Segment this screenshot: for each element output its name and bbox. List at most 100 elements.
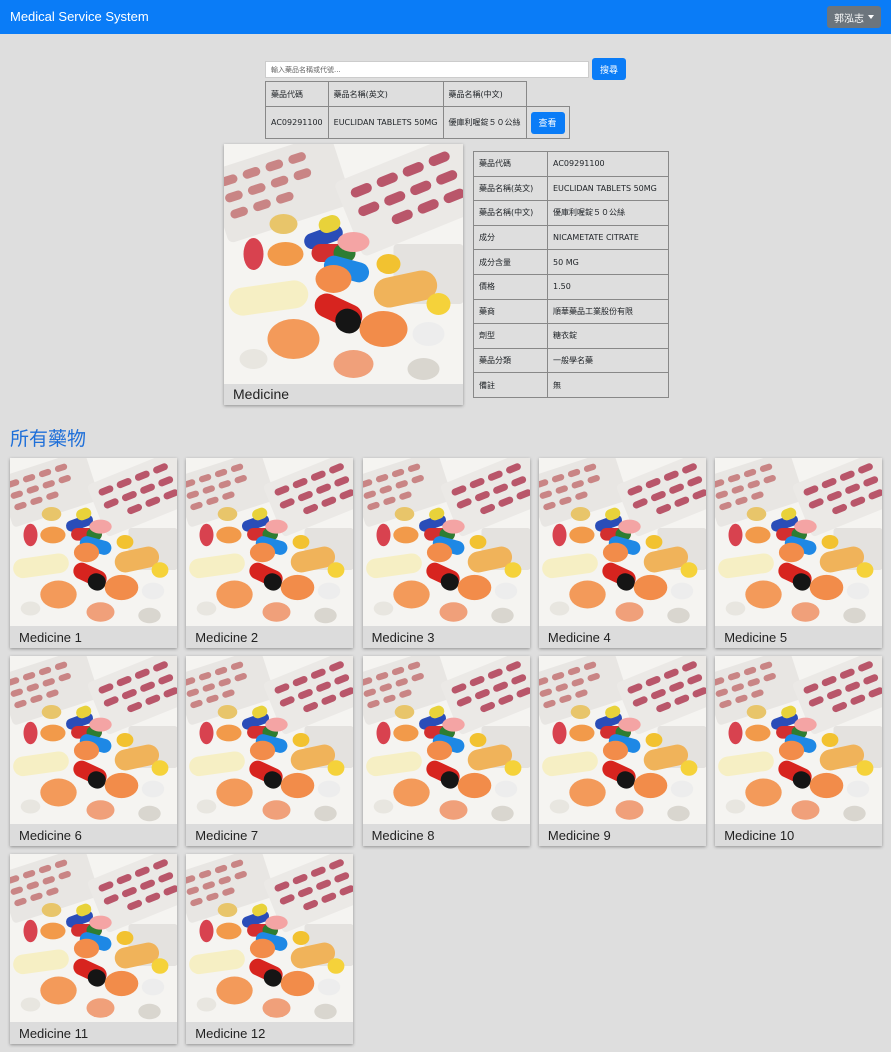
medicine-name: Medicine 7 [195, 828, 259, 843]
results-header-code: 藥品代碼 [265, 81, 329, 107]
search-input[interactable] [265, 61, 589, 78]
detail-value: 無 [547, 372, 669, 398]
user-menu-button[interactable]: 郭泓志 [827, 6, 881, 28]
medicine-image [362, 458, 530, 626]
detail-label: 價格 [473, 273, 548, 300]
detail-row: 劑型 糖衣錠 [473, 323, 669, 349]
detail-row: 成分含量 50 MG [473, 249, 669, 275]
pills-photo [715, 656, 883, 824]
detail-label: 藥商 [473, 298, 548, 325]
medicine-card[interactable]: Medicine 12 [186, 854, 354, 1044]
detail-value: 1.50 [547, 273, 669, 300]
pills-photo [224, 144, 463, 384]
detail-row: 成分 NICAMETATE CITRATE [473, 224, 669, 251]
detail-row: 價格 1.50 [473, 273, 669, 300]
detail-row: 藥品代碼 AC09291100 [473, 151, 669, 177]
search-results-table: 藥品代碼 藥品名稱(英文) 藥品名稱(中文) AC09291100 EUCLID… [265, 81, 570, 139]
medicine-name: Medicine 6 [19, 828, 82, 843]
result-action-cell: 查看 [526, 106, 570, 139]
detail-row: 備註無 [473, 372, 669, 398]
detail-value: 50 MG [547, 249, 669, 275]
medicine-name: Medicine 5 [724, 630, 788, 645]
results-header-name-en: 藥品名稱(英文) [327, 81, 444, 107]
medicine-name: Medicine 9 [547, 828, 611, 843]
detail-row: 藥品分類 一般學名藥 [473, 347, 669, 374]
detail-value: EUCLIDAN TABLETS 50MG [547, 175, 669, 202]
navbar: Medical Service System 郭泓志 [0, 0, 891, 34]
medicine-image [224, 144, 463, 384]
view-button[interactable]: 查看 [530, 111, 565, 134]
chevron-down-icon [868, 15, 874, 19]
medicine-image [538, 458, 706, 626]
navbar-brand[interactable]: Medical Service System [10, 9, 149, 24]
medicine-name: Medicine 3 [371, 630, 435, 645]
detail-row: 藥商 順華藥品工業股份有限 [473, 298, 669, 325]
medicine-image [715, 458, 883, 626]
medicine-image [715, 656, 883, 824]
medicine-card[interactable]: Medicine 10 [715, 656, 883, 846]
medicine-card[interactable]: Medicine 5 [715, 458, 883, 648]
results-header-name-zh: 藥品名稱(中文) [442, 81, 527, 107]
medicine-image [186, 854, 354, 1022]
medicine-card[interactable]: Medicine 3 [362, 458, 530, 648]
medicine-name: Medicine 2 [195, 630, 259, 645]
medicine-image [10, 854, 177, 1022]
user-name: 郭泓志 [834, 13, 864, 25]
medicine-card[interactable]: Medicine 7 [186, 656, 354, 846]
medicine-card[interactable]: Medicine 9 [538, 656, 706, 846]
pills-photo [362, 656, 530, 824]
detail-label: 藥品代碼 [473, 151, 548, 177]
medicine-card[interactable]: Medicine 8 [362, 656, 530, 846]
results-header-row: 藥品代碼 藥品名稱(英文) 藥品名稱(中文) [265, 81, 570, 107]
results-header-action [526, 82, 569, 107]
pills-photo [362, 458, 530, 626]
detail-label: 備註 [473, 372, 548, 398]
medicine-image [538, 656, 706, 824]
medicine-image [186, 656, 354, 824]
result-name-en: EUCLIDAN TABLETS 50MG [327, 106, 444, 139]
medicine-image [186, 458, 354, 626]
detail-label: 藥品分類 [473, 347, 548, 374]
table-row: AC09291100 EUCLIDAN TABLETS 50MG 優庫利喔錠５０… [265, 106, 570, 139]
pills-photo [10, 458, 177, 626]
pills-photo [538, 458, 706, 626]
medicine-name: Medicine 8 [371, 828, 435, 843]
medicine-card[interactable]: Medicine 6 [10, 656, 177, 846]
medicine-detail-table: 藥品代碼 AC09291100 藥品名稱(英文) EUCLIDAN TABLETS 5… [473, 151, 669, 398]
detail-value: 優庫利喔錠５０公絲 [547, 200, 669, 226]
medicine-name: Medicine 10 [724, 828, 795, 843]
medicine-card[interactable]: Medicine 2 [186, 458, 354, 648]
all-medicines-title: 所有藥物 [10, 428, 87, 450]
detail-row: 藥品名稱(英文) EUCLIDAN TABLETS 50MG [473, 175, 669, 202]
pills-photo [10, 854, 177, 1022]
medicine-card[interactable]: Medicine 1 [10, 458, 177, 648]
medicine-name: Medicine 12 [195, 1026, 266, 1041]
medicine-name: Medicine [233, 386, 290, 402]
detail-row: 藥品名稱(中文) 優庫利喔錠５０公絲 [473, 200, 669, 226]
detail-value: NICAMETATE CITRATE [547, 224, 669, 251]
detail-value: 一般學名藥 [547, 347, 669, 374]
pills-photo [538, 656, 706, 824]
pills-photo [186, 656, 354, 824]
medicine-name: Medicine 11 [19, 1026, 89, 1041]
medicine-name: Medicine 4 [547, 630, 611, 645]
medicine-card[interactable]: Medicine 4 [538, 458, 706, 648]
medicine-image [10, 458, 177, 626]
pills-photo [186, 458, 354, 626]
detail-value: 順華藥品工業股份有限 [547, 298, 669, 325]
medicine-image [362, 656, 530, 824]
search-button[interactable]: 搜尋 [592, 58, 626, 80]
detail-label: 劑型 [473, 323, 548, 349]
detail-label: 藥品名稱(中文) [473, 200, 548, 226]
detail-label: 成分含量 [473, 249, 548, 275]
detail-value: 糖衣錠 [547, 323, 669, 349]
detail-label: 成分 [473, 224, 548, 251]
detail-value: AC09291100 [547, 151, 669, 177]
pills-photo [715, 458, 883, 626]
medicine-card[interactable]: Medicine 11 [10, 854, 177, 1044]
featured-medicine-card[interactable]: Medicine [224, 144, 463, 405]
detail-label: 藥品名稱(英文) [473, 175, 548, 202]
medicine-image [10, 656, 177, 824]
result-code: AC09291100 [265, 106, 329, 139]
medicine-name: Medicine 1 [19, 630, 82, 645]
